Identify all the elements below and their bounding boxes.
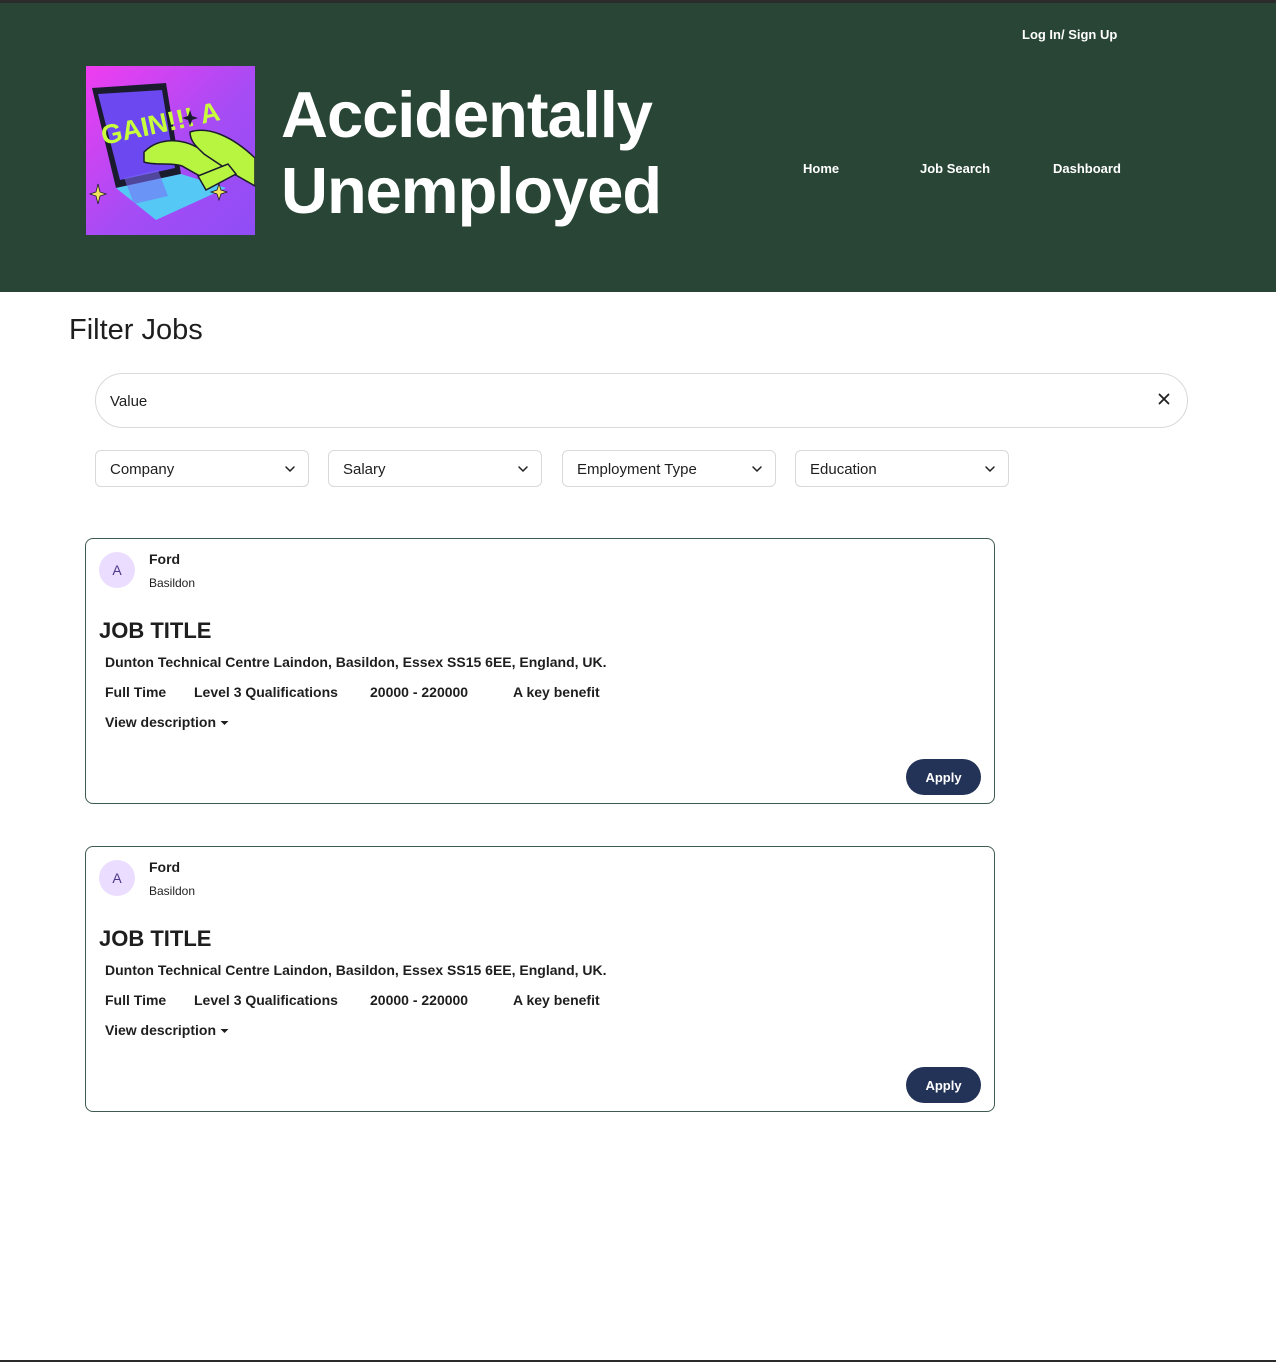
company-avatar: A	[99, 552, 135, 588]
job-card: A Ford Basildon JOB TITLE Dunton Technic…	[85, 846, 995, 1112]
employment-type-select-label: Employment Type	[577, 461, 697, 478]
education-tag: Level 3 Qualifications	[194, 684, 338, 700]
education-select-label: Education	[810, 461, 877, 478]
benefit-tag: A key benefit	[513, 684, 600, 700]
site-title: Accidentally Unemployed	[281, 77, 662, 229]
education-select[interactable]: Education	[795, 450, 1009, 487]
view-description-toggle[interactable]: View description	[105, 714, 229, 730]
filter-jobs-heading: Filter Jobs	[69, 314, 203, 346]
chevron-down-icon	[285, 466, 295, 473]
company-name: Ford	[149, 859, 181, 875]
company-select[interactable]: Company	[95, 450, 309, 487]
employment-type-tag: Full Time	[105, 992, 167, 1008]
chevron-down-icon	[752, 466, 762, 473]
view-description-label: View description	[105, 1022, 216, 1038]
nav-home[interactable]: Home	[803, 161, 839, 176]
search-input[interactable]: Value	[110, 393, 147, 410]
apply-button[interactable]: Apply	[906, 759, 981, 795]
education-tag: Level 3 Qualifications	[194, 992, 338, 1008]
company-name: Ford	[149, 551, 181, 567]
company-avatar: A	[99, 860, 135, 896]
employment-type-tag: Full Time	[105, 684, 167, 700]
search-field[interactable]: Value	[95, 373, 1188, 428]
chevron-down-icon	[518, 466, 528, 473]
apply-button[interactable]: Apply	[906, 1067, 981, 1103]
caret-down-icon	[220, 721, 229, 726]
login-signup-link[interactable]: Log In/ Sign Up	[1022, 27, 1117, 42]
job-address: Dunton Technical Centre Laindon, Basildo…	[105, 654, 607, 670]
site-title-line-1: Accidentally	[281, 78, 653, 151]
salary-tag: 20000 - 220000	[370, 684, 469, 700]
job-address: Dunton Technical Centre Laindon, Basildo…	[105, 962, 607, 978]
benefit-tag: A key benefit	[513, 992, 600, 1008]
company-location: Basildon	[149, 576, 196, 590]
job-card: A Ford Basildon JOB TITLE Dunton Technic…	[85, 538, 995, 804]
site-title-line-2: Unemployed	[281, 154, 662, 227]
job-title: JOB TITLE	[99, 618, 212, 643]
site-header: Log In/ Sign Up GAIN!!! A Accidentally U…	[0, 3, 1276, 292]
company-location: Basildon	[149, 884, 196, 898]
company-select-label: Company	[110, 461, 175, 478]
job-title: JOB TITLE	[99, 926, 212, 951]
salary-select[interactable]: Salary	[328, 450, 542, 487]
salary-select-label: Salary	[343, 461, 386, 478]
nav-dashboard[interactable]: Dashboard	[1053, 161, 1121, 176]
clear-icon[interactable]	[1155, 390, 1173, 408]
view-description-label: View description	[105, 714, 216, 730]
chevron-down-icon	[985, 466, 995, 473]
caret-down-icon	[220, 1029, 229, 1034]
view-description-toggle[interactable]: View description	[105, 1022, 229, 1038]
nav-job-search[interactable]: Job Search	[920, 161, 990, 176]
laptop-illustration: GAIN!!! A	[88, 83, 255, 220]
salary-tag: 20000 - 220000	[370, 992, 469, 1008]
site-logo[interactable]: GAIN!!! A	[86, 66, 255, 235]
employment-type-select[interactable]: Employment Type	[562, 450, 776, 487]
